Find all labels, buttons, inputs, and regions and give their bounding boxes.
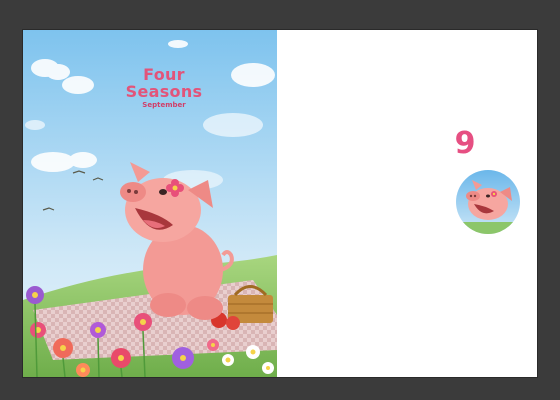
month-name: September — [142, 101, 186, 109]
title-line-four: Four — [143, 65, 185, 84]
pig-thumbnail-icon — [456, 170, 520, 234]
month-number: 9 — [454, 126, 476, 161]
illustration-page: Four Seasons September — [23, 30, 277, 377]
title-line-seasons: Seasons — [125, 82, 203, 101]
calendar-title: Four Seasons September — [119, 66, 209, 110]
